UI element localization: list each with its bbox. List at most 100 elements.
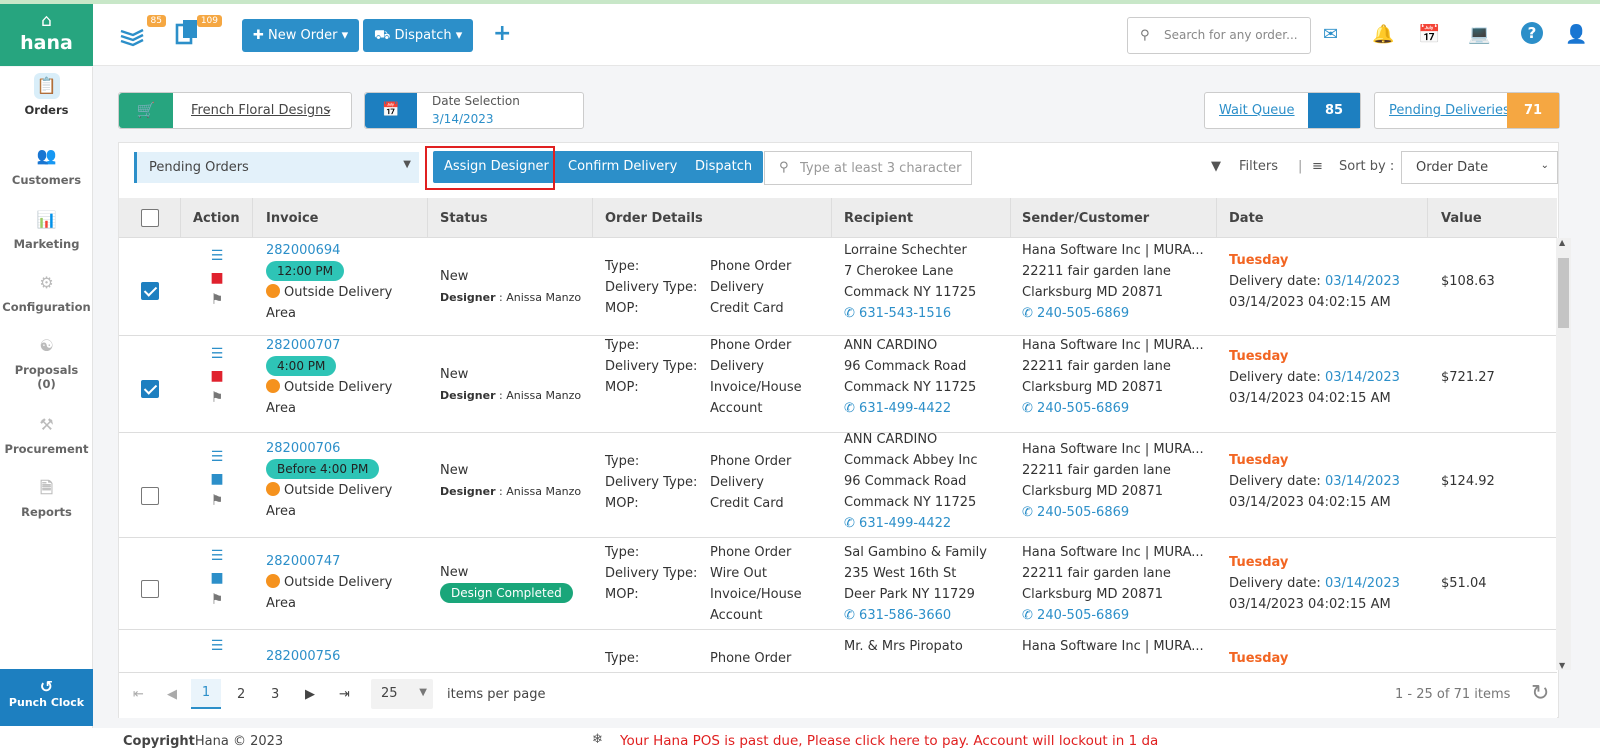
date-selection[interactable]: 📅 Date Selection 3/14/2023 [364,92,584,129]
invoice-link[interactable]: 282000747 [266,551,392,572]
store-selector[interactable]: 🛒 French Floral Designs ⌄ [118,92,352,129]
tasks-copy-icon[interactable]: 109 [174,15,222,53]
next-page-icon[interactable]: ▶ [305,687,315,702]
sender-phone[interactable]: 240-505-6869 [1037,306,1129,321]
select-all-checkbox[interactable] [141,209,159,227]
col-recipient[interactable]: Recipient [844,211,913,226]
sort-select[interactable]: Order Date ⌄ [1401,151,1558,184]
col-status[interactable]: Status [440,211,488,226]
filter-icon[interactable]: ▼ [1211,159,1221,174]
sidebar-item-proposals[interactable]: ☯ Proposals (0) [0,333,93,391]
monitor-icon[interactable]: 💻 [1468,24,1490,45]
sender-phone[interactable]: 240-505-6869 [1037,608,1129,623]
first-page-icon[interactable]: ⇤ [133,687,144,702]
menu-icon[interactable]: ☰ [207,638,227,654]
col-date[interactable]: Date [1229,211,1264,226]
table-row[interactable]: ☰ ■ ⚑ 282000694 12:00 PM Outside Deliver… [119,238,1556,336]
scroll-down-icon[interactable]: ▼ [1559,661,1565,670]
flag-icon[interactable]: ⚑ [207,390,227,406]
sidebar-item-procurement[interactable]: ⚒ Procurement [0,412,93,456]
col-invoice[interactable]: Invoice [266,211,318,226]
sidebar-item-orders[interactable]: 📋 Orders [0,73,93,117]
row-checkbox[interactable] [141,580,159,598]
menu-icon[interactable]: ☰ [207,449,227,465]
invoice-link[interactable]: 282000706 [266,438,392,459]
note-icon[interactable]: ■ [207,368,227,384]
table-row[interactable]: ☰ ■ ⚑ 282000706 Before 4:00 PM Outside D… [119,432,1556,538]
recipient-phone[interactable]: 631-543-1516 [859,306,951,321]
wait-queue-link[interactable]: Wait Queue [1219,103,1295,118]
dispatch-dropdown-button[interactable]: ⛟ Dispatch ▾ [363,19,474,52]
order-status-filter[interactable]: Pending Orders ▼ [134,152,419,183]
table-row[interactable]: ☰ 282000756 Type: Phone Order Mr. & Mrs … [119,630,1556,672]
col-value[interactable]: Value [1441,211,1482,226]
recipient-phone[interactable]: 631-499-4422 [859,516,951,531]
sidebar-item-configuration[interactable]: ⚙ Configuration [0,270,93,314]
confirm-delivery-button[interactable]: Confirm Delivery [557,151,689,183]
dispatch-button[interactable]: Dispatch [684,151,764,183]
user-icon[interactable]: 👤 [1565,24,1587,45]
header-divider [427,198,428,238]
refresh-icon[interactable]: ↻ [1531,681,1549,706]
phone-icon: ✆ [844,516,855,531]
row-checkbox[interactable] [141,380,159,398]
menu-icon[interactable]: ☰ [207,548,227,564]
pending-deliveries[interactable]: Pending Deliveries 71 [1374,92,1560,129]
divider: | [1298,159,1303,174]
invoice-link[interactable]: 282000707 [266,335,392,356]
note-icon[interactable]: ■ [207,570,227,586]
calendar-icon[interactable]: 📅 [1418,24,1440,45]
recipient-phone[interactable]: 631-586-3660 [859,608,951,623]
invoice-link[interactable]: 282000694 [266,240,392,261]
bell-icon[interactable]: 🔔 [1372,24,1394,45]
sidebar-item-marketing[interactable]: 📊 Marketing [0,207,93,251]
payment-warning-link[interactable]: Your Hana POS is past due, Please click … [620,733,1158,749]
filters-link[interactable]: Filters [1239,159,1278,174]
app-logo[interactable]: ⌂ hana [0,4,93,66]
col-sender[interactable]: Sender/Customer [1022,211,1149,226]
orders-stack-icon[interactable]: 85 [118,15,166,53]
add-tab-icon[interactable]: + [493,21,511,46]
wait-queue[interactable]: Wait Queue 85 [1204,92,1361,129]
sender-name: Hana Software Inc | MURA... [1022,545,1204,560]
col-action[interactable]: Action [193,211,240,226]
table-row[interactable]: ☰ ■ ⚑ 282000707 4:00 PM Outside Delivery… [119,336,1556,433]
page-size-select[interactable]: 25 ▼ [371,679,433,709]
sender-phone[interactable]: 240-505-6869 [1037,401,1129,416]
mail-icon[interactable]: ✉ [1323,24,1338,45]
new-order-button[interactable]: ✚ New Order ▾ [242,19,360,52]
recipient-address: 96 Commack Road [844,359,967,374]
row-checkbox[interactable] [141,487,159,505]
flag-icon[interactable]: ⚑ [207,493,227,509]
punch-clock-button[interactable]: ↺ Punch Clock [0,669,93,726]
page-2[interactable]: 2 [237,687,245,702]
last-page-icon[interactable]: ⇥ [339,687,350,702]
menu-icon[interactable]: ☰ [207,346,227,362]
sender-phone[interactable]: 240-505-6869 [1037,505,1129,520]
table-scrollbar[interactable]: ▲ ▼ [1556,238,1571,670]
page-3[interactable]: 3 [271,687,279,702]
area-label-cont: Area [266,306,296,321]
help-icon[interactable]: ? [1521,22,1543,44]
recipient-phone[interactable]: 631-499-4422 [859,401,951,416]
note-icon[interactable]: ■ [207,471,227,487]
flag-icon[interactable]: ⚑ [207,592,227,608]
invoice-link[interactable]: 282000756 [266,646,340,667]
sidebar-item-customers[interactable]: 👥 Customers [0,143,93,187]
page-1[interactable]: 1 [191,679,221,709]
order-search-input[interactable]: ⚲ Type at least 3 characters [764,151,972,185]
header-divider [180,198,181,238]
table-row[interactable]: ☰ ■ ⚑ 282000747 Outside Delivery Area Ne… [119,538,1556,630]
flag-icon[interactable]: ⚑ [207,292,227,308]
global-search-input[interactable]: ⚲ Search for any order... [1127,17,1311,54]
note-icon[interactable]: ■ [207,270,227,286]
col-order-details[interactable]: Order Details [605,211,703,226]
scrollbar-thumb[interactable] [1558,258,1569,328]
row-checkbox[interactable] [141,282,159,300]
pending-deliveries-link[interactable]: Pending Deliveries [1389,103,1510,118]
menu-icon[interactable]: ☰ [207,248,227,264]
scroll-up-icon[interactable]: ▲ [1559,238,1565,247]
prev-page-icon[interactable]: ◀ [167,687,177,702]
plus-icon: ✚ [253,28,269,43]
sidebar-item-reports[interactable]: 🗎 Reports [0,475,93,519]
